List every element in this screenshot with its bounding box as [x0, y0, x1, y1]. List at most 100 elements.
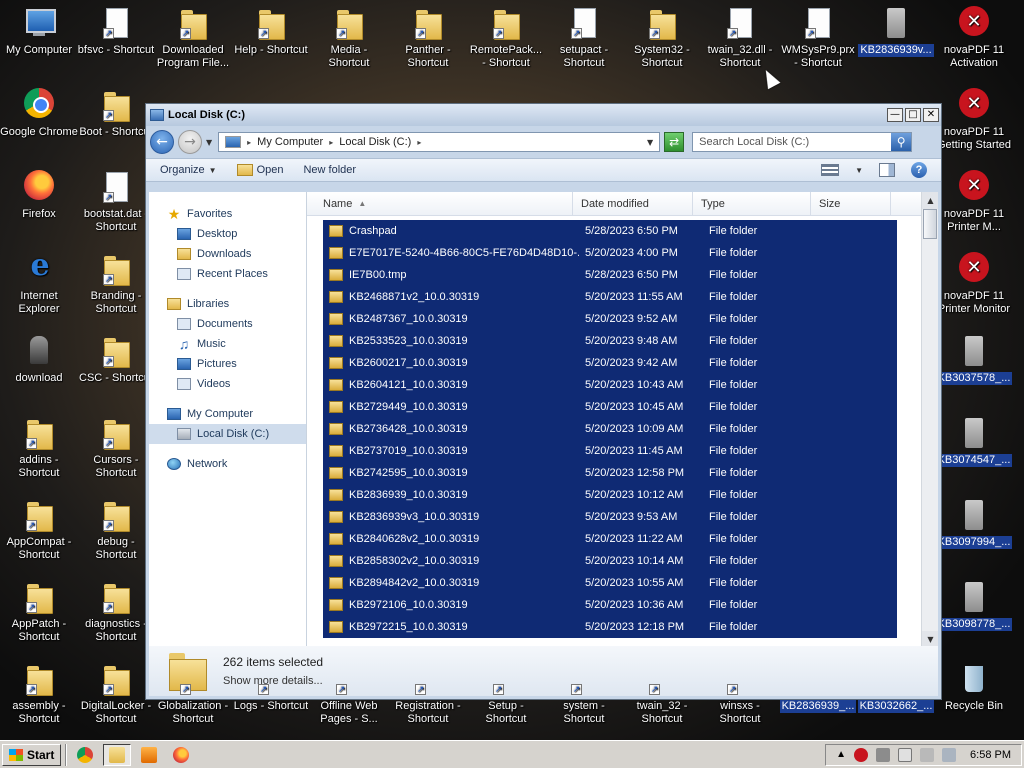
address-bar[interactable]: ▸ My Computer ▸ Local Disk (C:) ▸ ▼ [218, 132, 661, 152]
view-dropdown-icon[interactable]: ▼ [855, 166, 863, 175]
desktop-icon[interactable]: ↗ Media - Shortcut [310, 6, 388, 80]
safely-remove-icon[interactable] [876, 747, 891, 762]
table-row[interactable]: KB2840628v2_10.0.30319 5/20/2023 11:22 AM… [323, 528, 897, 550]
nav-downloads[interactable]: Downloads [149, 244, 306, 264]
desktop-icon[interactable]: ↗ diagnostics - Shortcut [77, 580, 155, 654]
desktop-icon[interactable]: ↗ addins - Shortcut [0, 416, 78, 490]
desktop-icon[interactable]: ↗ RemotePack... - Shortcut [467, 6, 545, 80]
maximize-button[interactable]: □ [905, 108, 921, 122]
desktop-icon[interactable]: novaPDF 11 Getting Started [935, 88, 1013, 162]
desktop-icon[interactable]: ↗ Downloaded Program File... [154, 6, 232, 80]
desktop-icon[interactable]: KB3098778_... [935, 580, 1013, 654]
desktop-icon[interactable]: ↗ System32 - Shortcut [623, 6, 701, 80]
taskbar-chrome[interactable] [71, 744, 99, 766]
table-row[interactable]: KB2972215_10.0.30319 5/20/2023 12:18 PM Fi… [323, 616, 897, 638]
address-dropdown-icon[interactable]: ▼ [647, 138, 653, 147]
nav-local-disk[interactable]: Local Disk (C:) [149, 424, 306, 444]
table-row[interactable]: KB2972106_10.0.30319 5/20/2023 10:36 AM Fi… [323, 594, 897, 616]
table-row[interactable]: KB2487367_10.0.30319 5/20/2023 9:52 AM Fil… [323, 308, 897, 330]
desktop-icon[interactable]: Recycle Bin [935, 662, 1013, 736]
clock[interactable]: 6:58 PM [970, 749, 1011, 761]
nav-documents[interactable]: Documents [149, 314, 306, 334]
table-row[interactable]: KB2736428_10.0.30319 5/20/2023 10:09 AM Fi… [323, 418, 897, 440]
table-row[interactable]: KB2737019_10.0.30319 5/20/2023 11:45 AM Fi… [323, 440, 897, 462]
desktop-icon[interactable]: ↗ debug - Shortcut [77, 498, 155, 572]
desktop-icon[interactable]: ↗ Branding - Shortcut [77, 252, 155, 326]
chevron-right-icon[interactable]: ▸ [417, 138, 421, 147]
desktop-icon[interactable]: ↗ bootstat.dat - Shortcut [77, 170, 155, 244]
nav-libraries[interactable]: Libraries [149, 294, 306, 314]
nav-recent-places[interactable]: Recent Places [149, 264, 306, 284]
nav-my-computer[interactable]: My Computer [149, 404, 306, 424]
table-row[interactable]: KB2836939_10.0.30319 5/20/2023 10:12 AM Fi… [323, 484, 897, 506]
nav-favorites[interactable]: ★ Favorites [149, 204, 306, 224]
table-row[interactable]: KB2742595_10.0.30319 5/20/2023 12:58 PM Fi… [323, 462, 897, 484]
show-more-details-link[interactable]: Show more details... [223, 675, 323, 687]
chevron-right-icon[interactable]: ▸ [247, 138, 251, 147]
open-button[interactable]: Open [236, 164, 283, 176]
nav-pictures[interactable]: Pictures [149, 354, 306, 374]
table-row[interactable]: IE7B00.tmp 5/28/2023 6:50 PM File folder [323, 264, 897, 286]
close-button[interactable]: ✕ [923, 108, 939, 122]
desktop-icon[interactable]: ↗ bfsvc - Shortcut [77, 6, 155, 80]
scroll-up-arrow-icon[interactable]: ▲ [922, 192, 938, 209]
novapdf-tray-icon[interactable] [854, 747, 869, 762]
refresh-button[interactable]: ⇄ [664, 132, 685, 152]
table-row[interactable]: KB2600217_10.0.30319 5/20/2023 9:42 AM Fil… [323, 352, 897, 374]
desktop-icon[interactable]: ↗ Boot - Shortcut [77, 88, 155, 162]
taskbar-media-player[interactable] [135, 744, 163, 766]
new-folder-button[interactable]: New folder [303, 164, 356, 176]
nav-network[interactable]: Network [149, 454, 306, 474]
table-row[interactable]: KB2858302v2_10.0.30319 5/20/2023 10:14 AM… [323, 550, 897, 572]
tray-expand-icon[interactable]: ▲ [836, 749, 846, 760]
forward-button[interactable]: → [178, 130, 202, 154]
desktop-icon[interactable]: KB3074547_... [935, 416, 1013, 490]
nav-music[interactable]: ♫ Music [149, 334, 306, 354]
action-center-icon[interactable] [898, 747, 913, 762]
table-row[interactable]: KB2894842v2_10.0.30319 5/20/2023 10:55 AM… [323, 572, 897, 594]
column-header-date[interactable]: Date modified [573, 192, 693, 215]
column-header-type[interactable]: Type [693, 192, 811, 215]
desktop-icon[interactable]: novaPDF 11 Printer Monitor [935, 252, 1013, 326]
breadcrumb-my-computer[interactable]: My Computer [257, 136, 323, 148]
table-row[interactable]: Crashpad 5/28/2023 6:50 PM File folder [323, 220, 897, 242]
recent-pages-dropdown-icon[interactable]: ▼ [206, 138, 212, 147]
desktop-icon[interactable]: KB3097994_... [935, 498, 1013, 572]
desktop-icon[interactable]: ↗ AppPatch - Shortcut [0, 580, 78, 654]
desktop-icon[interactable]: Google Chrome [0, 88, 78, 162]
nav-desktop[interactable]: Desktop [149, 224, 306, 244]
column-header-name[interactable]: Name ▲ [315, 192, 573, 215]
desktop-icon[interactable]: ↗ Panther - Shortcut [389, 6, 467, 80]
minimize-button[interactable]: — [887, 108, 903, 122]
chevron-right-icon[interactable]: ▸ [329, 138, 333, 147]
desktop-icon[interactable]: Internet Explorer [0, 250, 78, 326]
table-row[interactable]: KB2533523_10.0.30319 5/20/2023 9:48 AM Fil… [323, 330, 897, 352]
desktop-icon[interactable]: Firefox [0, 170, 78, 244]
desktop-icon[interactable]: ↗ assembly - Shortcut [0, 662, 78, 736]
table-row[interactable]: KB2604121_10.0.30319 5/20/2023 10:43 AM Fi… [323, 374, 897, 396]
volume-icon[interactable] [920, 747, 935, 762]
window-titlebar[interactable]: Local Disk (C:) — □ ✕ [146, 104, 941, 126]
desktop-icon[interactable]: ↗ Cursors - Shortcut [77, 416, 155, 490]
desktop-icon[interactable]: ↗ DigitalLocker - Shortcut [77, 662, 155, 736]
desktop-icon[interactable]: ↗ AppCompat - Shortcut [0, 498, 78, 572]
search-icon[interactable]: ⚲ [891, 133, 912, 151]
desktop-icon[interactable]: download [0, 334, 78, 408]
vertical-scrollbar[interactable]: ▲ ▼ [921, 192, 938, 648]
preview-pane-icon[interactable] [879, 163, 895, 177]
breadcrumb-local-disk[interactable]: Local Disk (C:) [339, 136, 411, 148]
help-icon[interactable]: ? [911, 162, 927, 178]
desktop-icon[interactable]: KB2836939v... [857, 6, 935, 80]
taskbar-firefox[interactable] [167, 744, 195, 766]
desktop-icon[interactable]: ↗ Help - Shortcut [232, 6, 310, 80]
table-row[interactable]: E7E7017E-5240-4B66-80C5-FE76D4D48D10-...… [323, 242, 897, 264]
desktop-icon[interactable]: novaPDF 11 Printer M... [935, 170, 1013, 244]
search-box[interactable]: Search Local Disk (C:) ⚲ [692, 132, 913, 152]
desktop-icon[interactable]: KB3037578_... [935, 334, 1013, 408]
scrollbar-thumb[interactable] [923, 209, 937, 239]
table-row[interactable]: KB2468871v2_10.0.30319 5/20/2023 11:55 AM… [323, 286, 897, 308]
organize-button[interactable]: Organize ▼ [160, 164, 217, 176]
desktop-icon[interactable]: ↗ WMSysPr9.prx - Shortcut [779, 6, 857, 80]
table-row[interactable]: KB2836939v3_10.0.30319 5/20/2023 9:53 AM F… [323, 506, 897, 528]
change-view-icon[interactable] [821, 164, 840, 176]
